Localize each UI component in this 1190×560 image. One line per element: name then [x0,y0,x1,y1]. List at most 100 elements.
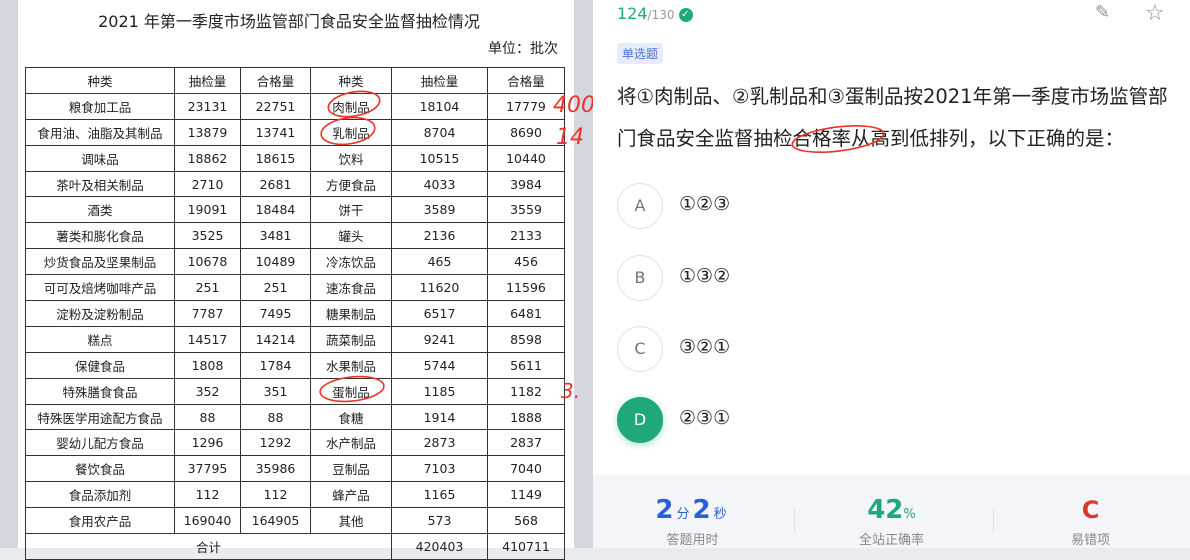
table-row: 薯类和膨化食品 3525 3481 罐头 2136 2133 [25,222,565,250]
inspection-table: 种类 抽检量 合格量 种类 抽检量 合格量 粮食加工品 23131 22751 肉制品… [25,67,565,560]
option-d-text[interactable]: ②③① [679,407,730,429]
image-panel: 2021 年第一季度市场监管部门食品安全监督抽检情况 单位：批次 种类 抽检量 … [0,0,595,560]
table-cell: 特殊膳食食品 [25,377,175,405]
option-b-text[interactable]: ①③② [679,265,730,287]
table-image: 2021 年第一季度市场监管部门食品安全监督抽检情况 单位：批次 种类 抽检量 … [18,0,574,560]
table-cell: 5611 [487,351,565,379]
table-cell: 6481 [487,300,565,327]
table-cell: 肉制品 [310,92,392,120]
total-passed: 410711 [487,533,565,560]
table-cell: 水产制品 [310,429,392,457]
table-cell: 1292 [240,429,311,457]
table-cell: 37795 [174,455,241,483]
table-cell: 573 [391,507,488,535]
table-cell: 8704 [391,118,488,146]
time-minutes: 2 [655,495,674,525]
table-cell: 速冻食品 [310,274,392,302]
table-cell: 1914 [391,403,488,431]
option-c[interactable]: C ③②① [617,326,917,372]
option-d[interactable]: D ②③① [617,397,917,443]
table-cell: 18862 [174,144,241,172]
table-cell: 13879 [174,118,241,146]
table-cell: 食品添加剂 [25,481,175,509]
total-checked: 420403 [391,533,488,560]
table-row: 特殊医学用途配方食品 88 88 食糖 1914 1888 [25,403,565,431]
header-checked-2: 抽检量 [391,67,488,94]
table-row: 酒类 19091 18484 饼干 3589 3559 [25,196,565,224]
table-row: 茶叶及相关制品 2710 2681 方便食品 4033 3984 [25,170,565,198]
table-cell: 17779 [487,92,565,120]
table-cell: 351 [240,377,311,405]
table-cell: 7787 [174,300,241,327]
question-panel: 124/130 ✓ ✎ ☆ 单选题 将①肉制品、②乳制品和③蛋制品按2021年第一… [593,0,1190,548]
table-cell: 食用油、油脂及其制品 [25,118,175,146]
accuracy-label: 全站正确率 [858,533,924,548]
table-row: 特殊膳食食品 352 351 蛋制品 1185 1182 [25,377,565,405]
option-a[interactable]: A ①②③ [617,183,917,229]
stats-bar: 2分2秒 答题用时 42% 全站正确率 C 易错项 [593,475,1190,548]
table-cell: 可可及焙烤咖啡产品 [25,274,175,302]
table-cell: 251 [174,274,241,302]
table-cell: 22751 [240,92,311,120]
table-cell: 食糖 [310,403,392,431]
table-cell: 罐头 [310,222,392,250]
option-b-letter[interactable]: B [617,255,663,301]
table-cell: 8598 [487,325,565,353]
table-cell: 7103 [391,455,488,483]
table-cell: 餐饮食品 [25,455,175,483]
table-row: 餐饮食品 37795 35986 豆制品 7103 7040 [25,455,565,483]
table-cell: 10489 [240,248,311,276]
option-a-text[interactable]: ①②③ [679,193,730,215]
wrong-option-label: 易错项 [1070,533,1110,548]
time-seconds-unit: 秒 [713,507,727,522]
option-c-text[interactable]: ③②① [679,336,730,358]
table-header-row: 种类 抽检量 合格量 种类 抽检量 合格量 [25,67,565,94]
option-c-letter[interactable]: C [617,326,663,372]
table-cell: 1185 [391,377,488,405]
option-d-letter[interactable]: D [617,397,663,443]
table-cell: 7040 [487,455,565,483]
table-cell: 3984 [487,170,565,198]
table-row: 糕点 14517 14214 蔬菜制品 9241 8598 [25,325,565,353]
table-cell: 婴幼儿配方食品 [25,429,175,457]
time-seconds: 2 [692,495,711,525]
time-label: 答题用时 [666,533,719,548]
table-cell: 其他 [310,507,392,535]
table-cell: 112 [174,481,241,509]
table-cell: 88 [174,403,241,431]
table-row: 食用农产品 169040 164905 其他 573 568 [25,507,565,535]
table-row: 淀粉及淀粉制品 7787 7495 糖果制品 6517 6481 [25,300,565,327]
table-cell: 352 [174,377,241,405]
table-cell: 饮料 [310,144,392,172]
table-cell: 1182 [487,377,565,405]
option-a-letter[interactable]: A [617,183,663,229]
table-cell: 88 [240,403,311,431]
table-cell: 酒类 [25,196,175,224]
table-cell: 水果制品 [310,351,392,379]
table-cell: 164905 [240,507,311,535]
option-b[interactable]: B ①③② [617,255,917,301]
table-cell: 568 [487,507,565,535]
table-cell: 豆制品 [310,455,392,483]
table-cell: 18104 [391,92,488,120]
table-cell: 炒货食品及坚果制品 [25,248,175,276]
table-cell: 2873 [391,429,488,457]
table-cell: 456 [487,248,565,276]
table-cell: 2133 [487,222,565,250]
table-cell: 蜂产品 [310,481,392,509]
table-cell: 3559 [487,196,565,224]
table-cell: 3589 [391,196,488,224]
table-cell: 19091 [174,196,241,224]
table-cell: 8690 [487,118,565,146]
table-cell: 169040 [174,507,241,535]
table-cell: 14517 [174,325,241,353]
table-cell: 乳制品 [310,118,392,146]
table-total-row: 合计 420403 410711 [25,533,565,560]
table-cell: 粮食加工品 [25,92,175,120]
table-cell: 薯类和膨化食品 [25,222,175,250]
table-cell: 251 [240,274,311,302]
table-cell: 14214 [240,325,311,353]
total-label: 合计 [25,533,392,560]
accuracy-unit: % [903,507,916,522]
table-cell: 4033 [391,170,488,198]
